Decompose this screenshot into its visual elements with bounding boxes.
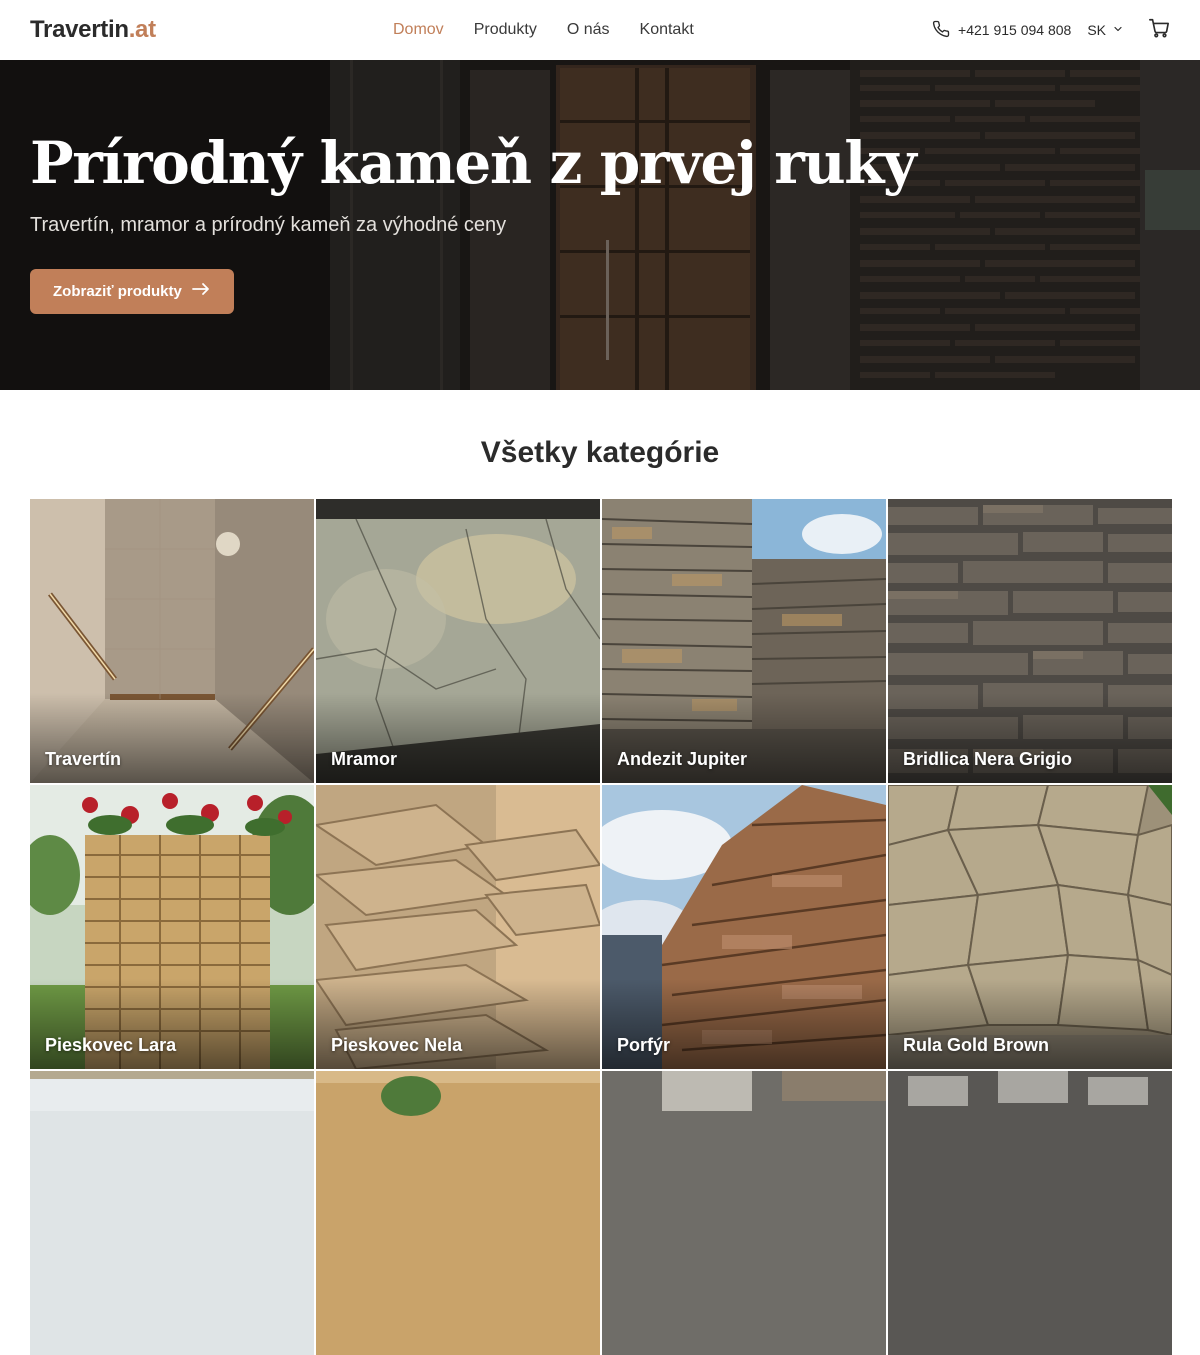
category-grid: Travertín Mramor Andezit Jupiter Bridlic…	[30, 499, 1172, 1355]
hero-subtitle: Travertín, mramor a prírodný kameň za vý…	[30, 213, 507, 236]
category-label: Bridlica Nera Grigio	[903, 749, 1073, 769]
arrow-right-icon	[191, 282, 210, 300]
show-products-label: Zobraziť produkty	[53, 282, 182, 300]
category-tile-mramor[interactable]: Mramor	[316, 499, 600, 783]
logo-text: Travertin	[30, 16, 129, 43]
category-tile-bridlica-nera-grigio[interactable]: Bridlica Nera Grigio	[888, 499, 1172, 783]
nav-item-domov[interactable]: Domov	[393, 21, 444, 39]
hero-banner: Prírodný kameň z prvej ruky Travertín, m…	[0, 60, 1200, 390]
language-selector[interactable]: SK	[1087, 22, 1124, 38]
category-image-partial	[888, 1071, 1172, 1355]
language-label: SK	[1087, 22, 1106, 38]
category-tile-rula-gold-brown[interactable]: Rula Gold Brown	[888, 785, 1172, 1069]
category-tile-pieskovec-nela[interactable]: Pieskovec Nela	[316, 785, 600, 1069]
site-header: Travertin.at Domov Produkty O nás Kontak…	[0, 0, 1200, 60]
phone-number: +421 915 094 808	[958, 22, 1072, 38]
category-tile-pieskovec-lara[interactable]: Pieskovec Lara	[30, 785, 314, 1069]
category-tile-travertin[interactable]: Travertín	[30, 499, 314, 783]
category-image-partial	[30, 1071, 314, 1355]
category-tile-partial[interactable]	[602, 1071, 886, 1355]
chevron-down-icon	[1112, 22, 1124, 38]
phone-icon	[932, 20, 950, 41]
category-label: Pieskovec Nela	[331, 1035, 463, 1055]
hero-title: Prírodný kameň z prvej ruky	[30, 129, 917, 197]
category-label: Porfýr	[617, 1035, 671, 1055]
hero-content: Prírodný kameň z prvej ruky Travertín, m…	[30, 129, 917, 314]
category-label: Mramor	[331, 749, 398, 769]
section-title: Všetky kategórie	[480, 436, 720, 469]
category-image-partial	[316, 1071, 600, 1355]
nav-item-kontakt[interactable]: Kontakt	[640, 21, 694, 39]
category-label: Travertín	[45, 749, 122, 769]
category-label: Pieskovec Lara	[45, 1035, 177, 1055]
cart-icon	[1148, 17, 1170, 44]
category-label: Rula Gold Brown	[903, 1035, 1049, 1055]
category-tile-porfyr[interactable]: Porfýr	[602, 785, 886, 1069]
category-tile-partial[interactable]	[888, 1071, 1172, 1355]
header-actions: +421 915 094 808 SK	[932, 17, 1170, 44]
category-image-partial	[602, 1071, 886, 1355]
category-tile-andezit-jupiter[interactable]: Andezit Jupiter	[602, 499, 886, 783]
logo[interactable]: Travertin.at	[30, 16, 156, 44]
cart-button[interactable]	[1148, 17, 1170, 44]
nav-item-produkty[interactable]: Produkty	[474, 21, 537, 39]
phone-link[interactable]: +421 915 094 808	[932, 20, 1071, 41]
category-label: Andezit Jupiter	[617, 749, 748, 769]
category-tile-partial[interactable]	[30, 1071, 314, 1355]
show-products-button[interactable]: Zobraziť produkty	[30, 268, 234, 314]
main-nav: Domov Produkty O nás Kontakt	[393, 0, 694, 60]
nav-item-o-nas[interactable]: O nás	[567, 21, 610, 39]
category-tile-partial[interactable]	[316, 1071, 600, 1355]
logo-tld: .at	[128, 16, 156, 43]
